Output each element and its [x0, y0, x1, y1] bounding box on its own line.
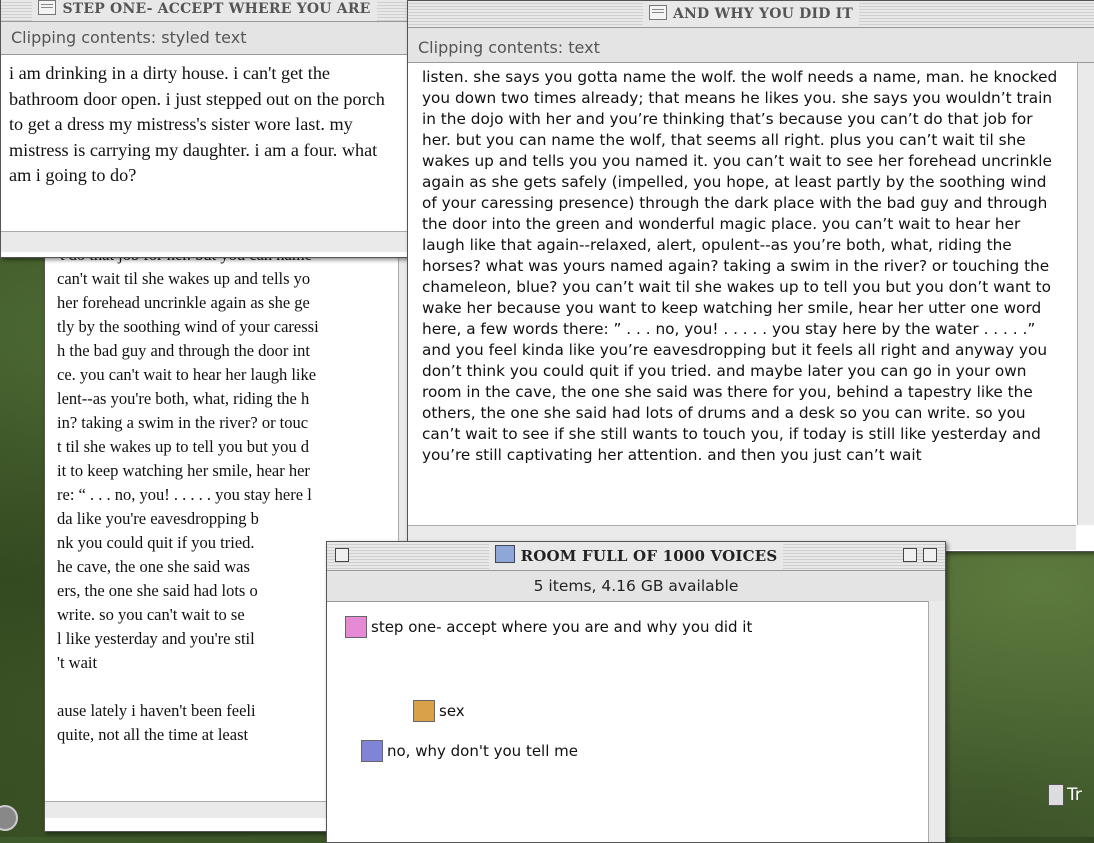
back-clipping-line: her forehead uncrinkle again as she ge — [57, 293, 310, 312]
clipping-icon — [648, 5, 667, 20]
pink-clipping-icon — [345, 616, 367, 638]
back-clipping-line: lent--as you're both, what, riding the h — [57, 389, 310, 408]
folder-icon — [494, 545, 515, 563]
room-info: 5 items, 4.16 GB available — [327, 571, 945, 602]
room-title: ROOM FULL OF 1000 VOICES — [520, 547, 778, 565]
step-one-titlebar[interactable]: STEP ONE- ACCEPT WHERE YOU ARE — [1, 0, 408, 22]
and-why-window[interactable]: AND WHY YOU DID IT Clipping contents: te… — [407, 0, 1094, 552]
orange-clipping-icon — [413, 700, 435, 722]
trash-desktop-icon[interactable]: Tr — [1048, 784, 1082, 806]
room-titlebar[interactable]: ROOM FULL OF 1000 VOICES — [327, 542, 945, 571]
step-one-horizontal-scrollbar[interactable] — [1, 231, 408, 252]
back-clipping-line: h the bad guy and through the door int — [57, 341, 310, 360]
collapse-box-button[interactable] — [923, 548, 937, 562]
close-box-button[interactable] — [335, 548, 349, 562]
back-clipping-line: t til she wakes up to tell you but you d — [57, 437, 310, 456]
back-clipping-line: tly by the soothing wind of your caressi — [57, 317, 319, 336]
finder-item-no-why-label: no, why don't you tell me — [387, 742, 579, 760]
back-clipping-line: it to keep watching her smile, hear her — [57, 461, 310, 480]
room-finder-window[interactable]: ROOM FULL OF 1000 VOICES 5 items, 4.16 G… — [326, 541, 946, 843]
and-why-info: Clipping contents: text — [408, 28, 1094, 63]
finder-item-step-one[interactable]: step one- accept where you are and why y… — [345, 616, 752, 638]
back-clipping-line: ce. you can't wait to hear her laugh lik… — [57, 365, 317, 384]
step-one-window[interactable]: STEP ONE- ACCEPT WHERE YOU ARE Clipping … — [0, 0, 409, 258]
trash-can-icon — [1048, 784, 1064, 806]
and-why-title: AND WHY YOU DID IT — [672, 6, 854, 22]
back-clipping-line: can't wait til she wakes up and tells yo — [57, 269, 311, 288]
and-why-titlebar[interactable]: AND WHY YOU DID IT — [408, 1, 1094, 28]
step-one-text: i am drinking in a dirty house. i can't … — [9, 63, 385, 186]
room-vertical-scrollbar[interactable] — [928, 601, 945, 842]
clipping-icon — [38, 0, 57, 15]
blue-alias-icon — [361, 740, 383, 762]
zoom-box-button[interactable] — [903, 548, 917, 562]
finder-item-no-why[interactable]: no, why don't you tell me — [361, 740, 578, 762]
and-why-vertical-scrollbar[interactable] — [1077, 63, 1094, 525]
finder-item-step-one-label: step one- accept where you are and why y… — [371, 618, 753, 636]
finder-item-sex[interactable]: sex — [413, 700, 465, 722]
back-clipping-line: da like you're eavesdropping b — [57, 509, 259, 528]
and-why-text: listen. she says you gotta name the wolf… — [422, 68, 1058, 464]
back-clipping-line: in? taking a swim in the river? or touc — [57, 413, 309, 432]
finder-item-sex-label: sex — [439, 702, 465, 720]
disk-icon[interactable] — [0, 805, 18, 831]
back-clipping-line: re: “ . . . no, you! . . . . . you stay … — [57, 485, 312, 504]
step-one-info: Clipping contents: styled text — [1, 22, 408, 55]
step-one-title: STEP ONE- ACCEPT WHERE YOU ARE — [62, 1, 371, 17]
trash-label: Tr — [1067, 785, 1082, 805]
